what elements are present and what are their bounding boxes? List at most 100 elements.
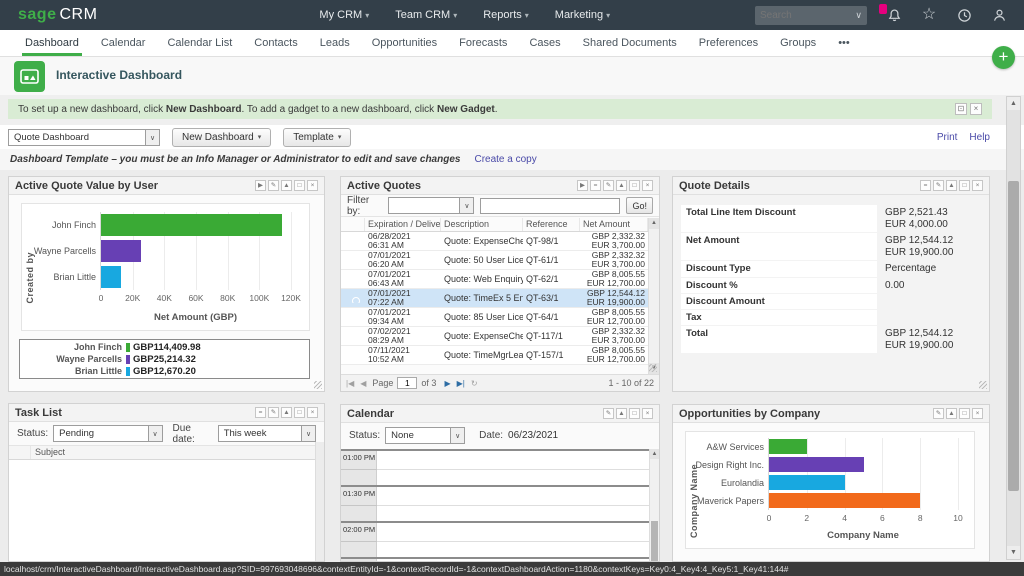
table-row[interactable]: 07/01/202106:43 AM Quote: Web Enquiry ..… — [341, 270, 659, 289]
maximize-icon[interactable]: □ — [959, 180, 970, 191]
menu-my-crm[interactable]: My CRM▾ — [319, 9, 369, 21]
tab-dashboard[interactable]: Dashboard — [14, 30, 90, 56]
bar-eurolandia[interactable] — [769, 475, 845, 490]
link-icon[interactable]: = — [255, 407, 266, 418]
next-page-icon[interactable]: ▶ — [444, 379, 450, 388]
panel-header[interactable]: Active Quotes ▶ = ✎ ▲ □ × — [341, 177, 659, 195]
info-close-icon[interactable]: × — [970, 103, 982, 115]
resize-handle[interactable] — [314, 381, 322, 389]
bar-brian-little[interactable] — [101, 266, 121, 288]
page-scrollbar[interactable]: ▲ ▼ — [1006, 96, 1021, 560]
tab-preferences[interactable]: Preferences — [688, 30, 769, 56]
profile-person-icon[interactable] — [990, 6, 1008, 24]
first-page-icon[interactable]: |◀ — [346, 379, 354, 388]
tab-contacts[interactable]: Contacts — [243, 30, 308, 56]
table-row[interactable]: 07/01/202109:34 AM Quote: 85 User Licen.… — [341, 308, 659, 327]
maximize-icon[interactable]: □ — [629, 408, 640, 419]
close-icon[interactable]: × — [972, 180, 983, 191]
maximize-icon[interactable]: □ — [959, 408, 970, 419]
link-icon[interactable]: = — [920, 180, 931, 191]
scroll-thumb[interactable] — [651, 521, 658, 561]
scroll-up-icon[interactable]: ▲ — [650, 449, 659, 459]
scroll-thumb[interactable] — [1008, 181, 1019, 491]
tab-groups[interactable]: Groups — [769, 30, 827, 56]
panel-header[interactable]: Task List = ✎ ▲ □ × — [9, 404, 324, 422]
link-icon[interactable]: = — [590, 180, 601, 191]
due-date-select[interactable]: This week∨ — [218, 425, 316, 442]
create-a-copy-link[interactable]: Create a copy — [474, 154, 536, 165]
calendar-scrollbar[interactable]: ▲ — [649, 449, 659, 561]
calendar-slot[interactable]: 02:30 PM — [341, 557, 649, 561]
panel-header[interactable]: Opportunities by Company ✎ ▲ □ × — [673, 405, 989, 423]
bar-john-finch[interactable] — [101, 214, 282, 236]
status-select[interactable]: Pending∨ — [53, 425, 162, 442]
scroll-down-icon[interactable]: ▼ — [1007, 546, 1020, 559]
refresh-icon[interactable]: ↻ — [471, 379, 478, 388]
edit-icon[interactable]: ✎ — [268, 180, 279, 191]
tab-cases[interactable]: Cases — [518, 30, 571, 56]
filter-value-input[interactable] — [480, 198, 620, 214]
tab-calendar-list[interactable]: Calendar List — [156, 30, 243, 56]
add-gadget-plus-button[interactable]: + — [992, 46, 1015, 69]
bar-maverick-papers[interactable] — [769, 493, 920, 508]
edit-icon[interactable]: ✎ — [268, 407, 279, 418]
resize-handle[interactable] — [979, 381, 987, 389]
col-reference[interactable]: Reference — [523, 218, 580, 231]
calendar-slot[interactable]: 01:30 PM — [341, 485, 649, 521]
menu-reports[interactable]: Reports▾ — [483, 9, 529, 21]
edit-icon[interactable]: ✎ — [603, 180, 614, 191]
close-icon[interactable]: × — [307, 180, 318, 191]
bar-aw-services[interactable] — [769, 439, 807, 454]
search-box[interactable]: ∨ — [755, 6, 867, 25]
template-button[interactable]: Template▾ — [283, 128, 351, 147]
table-row[interactable]: 06/28/202106:31 AM Quote: ExpenseChec...… — [341, 232, 659, 251]
info-restore-icon[interactable]: ⊡ — [955, 103, 967, 115]
panel-header[interactable]: Calendar ✎ ▲ □ × — [341, 405, 659, 423]
edit-icon[interactable]: ✎ — [933, 408, 944, 419]
notifications-bell-icon[interactable] — [885, 6, 903, 24]
collapse-icon[interactable]: ▲ — [281, 407, 292, 418]
status-select[interactable]: None∨ — [385, 427, 465, 444]
col-subject[interactable]: Subject — [31, 446, 69, 459]
table-row[interactable]: 07/11/202110:52 AM Quote: TimeMgrLead...… — [341, 346, 659, 365]
print-link[interactable]: Print — [937, 132, 958, 143]
edit-icon[interactable]: ✎ — [933, 180, 944, 191]
tab-opportunities[interactable]: Opportunities — [361, 30, 448, 56]
table-row[interactable]: 07/01/202106:20 AM Quote: 50 User Licen.… — [341, 251, 659, 270]
col-expiration[interactable]: Expiration / Delivery ... — [365, 218, 441, 231]
col-net-amount[interactable]: Net Amount — [580, 218, 648, 231]
maximize-icon[interactable]: □ — [294, 407, 305, 418]
task-scrollbar[interactable] — [315, 442, 324, 561]
collapse-icon[interactable]: ▲ — [946, 180, 957, 191]
filter-field-select[interactable]: ∨ — [388, 197, 474, 214]
table-row[interactable]: 07/02/202108:29 AM Quote: ExpenseChec...… — [341, 327, 659, 346]
sage-crm-logo[interactable]: sageCRM — [18, 6, 97, 24]
collapse-icon[interactable]: ▲ — [616, 180, 627, 191]
new-dashboard-button[interactable]: New Dashboard▾ — [172, 128, 271, 147]
close-icon[interactable]: × — [642, 408, 653, 419]
tab-calendar[interactable]: Calendar — [90, 30, 157, 56]
play-icon[interactable]: ▶ — [255, 180, 266, 191]
help-link[interactable]: Help — [969, 132, 990, 143]
collapse-icon[interactable]: ▲ — [946, 408, 957, 419]
collapse-icon[interactable]: ▲ — [281, 180, 292, 191]
edit-icon[interactable]: ✎ — [603, 408, 614, 419]
search-dropdown-chevron-icon[interactable]: ∨ — [855, 10, 862, 21]
maximize-icon[interactable]: □ — [629, 180, 640, 191]
scroll-up-icon[interactable]: ▲ — [1007, 97, 1020, 110]
play-icon[interactable]: ▶ — [577, 180, 588, 191]
menu-team-crm[interactable]: Team CRM▾ — [395, 9, 457, 21]
search-input[interactable] — [760, 10, 855, 21]
page-number-input[interactable] — [397, 377, 417, 389]
recent-clock-icon[interactable] — [955, 6, 973, 24]
maximize-icon[interactable]: □ — [294, 180, 305, 191]
bar-wayne-parcells[interactable] — [101, 240, 141, 262]
go-button[interactable]: Go! — [626, 197, 653, 214]
prev-page-icon[interactable]: ◀ — [360, 379, 366, 388]
tab-shared-documents[interactable]: Shared Documents — [572, 30, 688, 56]
collapse-icon[interactable]: ▲ — [616, 408, 627, 419]
panel-header[interactable]: Quote Details = ✎ ▲ □ × — [673, 177, 989, 195]
calendar-slot[interactable]: 02:00 PM — [341, 521, 649, 557]
date-value[interactable]: 06/23/2021 — [508, 430, 558, 441]
resize-handle[interactable] — [649, 364, 657, 372]
